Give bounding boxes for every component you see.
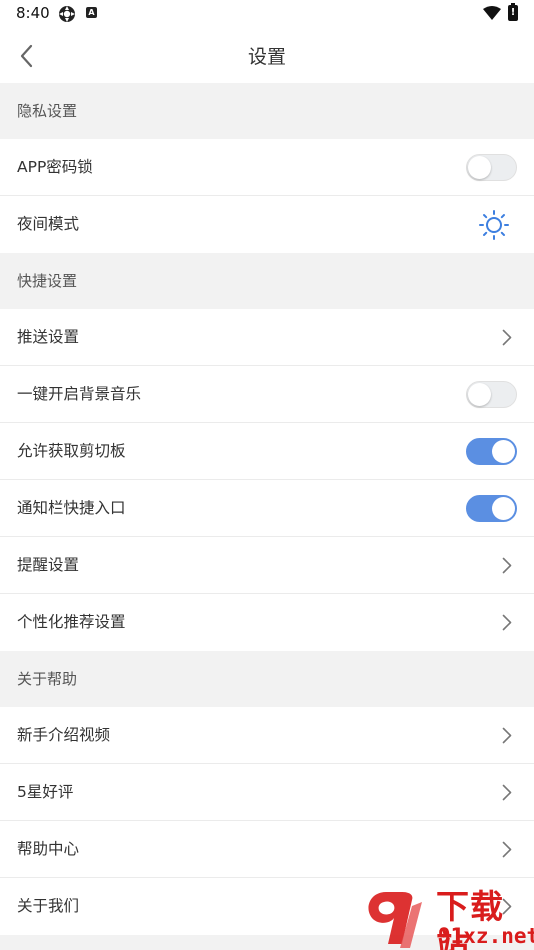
settings-list: 隐私设置 APP密码锁 夜间模式 快捷设置 推送设置 一键开启背景音乐 允许获取… bbox=[0, 83, 534, 950]
row-notification-shortcut[interactable]: 通知栏快捷入口 bbox=[0, 480, 534, 537]
row-background-music[interactable]: 一键开启背景音乐 bbox=[0, 366, 534, 423]
row-label: 一键开启背景音乐 bbox=[17, 385, 142, 403]
app-lock-toggle[interactable] bbox=[466, 154, 517, 181]
notification-shortcut-toggle[interactable] bbox=[466, 495, 517, 522]
section-header-about-help: 关于帮助 bbox=[0, 651, 534, 707]
row-label: 提醒设置 bbox=[17, 556, 80, 574]
chevron-right-icon bbox=[502, 329, 512, 346]
chevron-right-icon bbox=[502, 784, 512, 801]
row-app-lock[interactable]: APP密码锁 bbox=[0, 139, 534, 196]
row-push-settings[interactable]: 推送设置 bbox=[0, 309, 534, 366]
row-label: 推送设置 bbox=[17, 328, 80, 346]
watermark-domain: 91xz.net bbox=[438, 924, 534, 948]
row-label: 5星好评 bbox=[17, 783, 74, 801]
row-five-star-rating[interactable]: 5星好评 bbox=[0, 764, 534, 821]
watermark-logo-icon bbox=[368, 892, 422, 948]
status-bar: 8:40 A ! bbox=[0, 0, 534, 28]
toggle-knob bbox=[492, 440, 515, 463]
row-label: 允许获取剪切板 bbox=[17, 442, 126, 460]
back-chevron-icon[interactable] bbox=[14, 42, 42, 70]
toggle-knob bbox=[468, 383, 491, 406]
row-clipboard-access[interactable]: 允许获取剪切板 bbox=[0, 423, 534, 480]
row-intro-video[interactable]: 新手介绍视频 bbox=[0, 707, 534, 764]
clipboard-access-toggle[interactable] bbox=[466, 438, 517, 465]
row-label: 通知栏快捷入口 bbox=[17, 499, 126, 517]
row-label: 新手介绍视频 bbox=[17, 726, 111, 744]
chevron-right-icon bbox=[502, 557, 512, 574]
background-music-toggle[interactable] bbox=[466, 381, 517, 408]
page-title: 设置 bbox=[247, 46, 286, 68]
chevron-right-icon bbox=[502, 841, 512, 858]
row-help-center[interactable]: 帮助中心 bbox=[0, 821, 534, 878]
wifi-icon bbox=[483, 6, 501, 20]
row-personalized-recommendation[interactable]: 个性化推荐设置 bbox=[0, 594, 534, 651]
row-label: 帮助中心 bbox=[17, 840, 80, 858]
status-time: 8:40 bbox=[16, 4, 50, 22]
toggle-knob bbox=[492, 497, 515, 520]
chevron-right-icon bbox=[502, 727, 512, 744]
settings-gear-icon bbox=[59, 6, 75, 22]
notification-a-icon: A bbox=[86, 7, 97, 18]
chevron-right-icon bbox=[502, 614, 512, 631]
battery-alert-glyph: ! bbox=[510, 7, 516, 18]
sun-icon[interactable] bbox=[478, 209, 510, 241]
row-reminder-settings[interactable]: 提醒设置 bbox=[0, 537, 534, 594]
row-label: APP密码锁 bbox=[17, 158, 93, 176]
section-header-shortcuts: 快捷设置 bbox=[0, 253, 534, 309]
watermark: 下载站 91xz.net bbox=[362, 888, 534, 950]
row-label: 个性化推荐设置 bbox=[17, 613, 126, 631]
row-label: 关于我们 bbox=[17, 897, 80, 915]
row-label: 夜间模式 bbox=[17, 215, 80, 233]
battery-icon: ! bbox=[508, 3, 518, 21]
row-night-mode[interactable]: 夜间模式 bbox=[0, 196, 534, 253]
nav-bar: 设置 bbox=[0, 28, 534, 83]
toggle-knob bbox=[468, 156, 491, 179]
section-header-privacy: 隐私设置 bbox=[0, 83, 534, 139]
